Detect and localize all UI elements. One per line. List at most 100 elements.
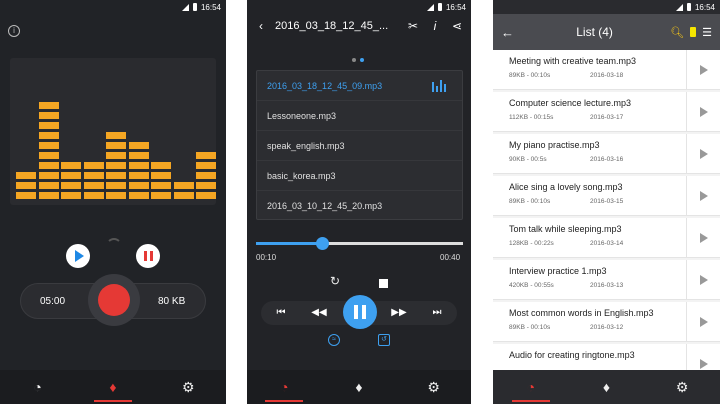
rewind-button[interactable]: ◀◀	[307, 304, 331, 322]
list-item[interactable]: Most common words in English.mp3 89KB - 0…	[493, 302, 720, 342]
pause-button[interactable]	[343, 295, 377, 329]
nav-record[interactable]: ♦	[581, 370, 631, 404]
recording-meta: 112KB - 00:15s	[509, 114, 554, 121]
battery-icon	[686, 3, 691, 11]
record-button[interactable]	[88, 274, 140, 326]
share-icon[interactable]: ⋖	[449, 19, 465, 33]
play-button[interactable]	[66, 244, 90, 268]
file-name: 2016_03_10_12_45_20.mp3	[267, 201, 383, 211]
record-icon	[98, 284, 130, 316]
play-icon	[699, 317, 708, 327]
recording-date: 2016-03-14	[590, 240, 624, 247]
pause-icon	[143, 251, 147, 261]
recording-meta: 89KB - 00:10s	[509, 198, 551, 205]
list-item[interactable]: Lessoneone.mp3	[257, 101, 462, 131]
stop-button[interactable]	[379, 279, 388, 288]
recording-date: 2016-03-13	[590, 282, 624, 289]
total-time: 00:40	[440, 253, 461, 262]
list-item[interactable]: My piano practise.mp3 90KB - 00:5s 2016-03…	[493, 134, 720, 174]
equalizer-bar	[16, 172, 36, 199]
battery-icon	[437, 3, 442, 11]
recording-date: 2016-03-17	[590, 114, 624, 121]
nav-record[interactable]: ♦	[88, 370, 138, 404]
playlist: 2016_03_18_12_45_09.mp3 Lessoneone.mp3 s…	[256, 70, 463, 220]
bottom-nav: ◔ ♦ ⚙	[0, 370, 226, 404]
seek-handle[interactable]	[316, 237, 330, 250]
list-item[interactable]: 2016_03_10_12_45_20.mp3	[257, 191, 462, 221]
file-name: basic_korea.mp3	[267, 170, 336, 181]
marker-icon[interactable]	[690, 27, 697, 37]
player-screen: 16:54 ‹ 2016_03_18_12_45_... ✂ i ⋖ 2016_…	[247, 0, 471, 404]
list-item[interactable]: speak_english.mp3	[257, 131, 462, 161]
speed-icon[interactable]: ≈	[328, 334, 340, 346]
recording-name: Most common words in English.mp3	[509, 308, 654, 318]
play-icon	[699, 233, 708, 243]
recording-name: Meeting with creative team.mp3	[509, 56, 637, 66]
record-size: 80 KB	[158, 296, 186, 307]
list-item[interactable]: Meeting with creative team.mp3 89KB - 00:…	[493, 50, 720, 90]
play-button[interactable]	[686, 302, 720, 342]
nav-speedometer[interactable]: ◔	[259, 370, 309, 404]
recording-date: 2016-03-16	[590, 156, 624, 163]
back-icon[interactable]: ‹	[253, 19, 269, 33]
nav-record[interactable]: ♦	[334, 370, 384, 404]
equalizer-bar	[38, 102, 59, 199]
recording-meta: 89KB - 00:10s	[509, 324, 551, 331]
recording-date: 2016-03-12	[590, 324, 624, 331]
nav-speedometer[interactable]: ◔	[13, 370, 63, 404]
list-item[interactable]: basic_korea.mp3	[257, 161, 462, 191]
recording-date: 2016-03-15	[590, 198, 624, 205]
nav-settings[interactable]: ⚙	[409, 370, 459, 404]
list-toolbar: ← List (4) 🔍︎ ☰	[493, 14, 720, 50]
bottom-nav: ◔ ♦ ⚙	[493, 370, 720, 404]
seek-bar[interactable]	[256, 237, 463, 250]
play-button[interactable]	[686, 260, 720, 300]
play-icon	[699, 359, 708, 369]
gear-icon: ⚙	[675, 378, 689, 395]
equalizer-bar	[83, 162, 104, 199]
bottom-nav: ◔ ♦ ⚙	[247, 370, 471, 404]
play-icon	[699, 107, 708, 117]
loop-ab-icon[interactable]: ↺	[378, 334, 390, 346]
status-bar: 16:54	[493, 0, 720, 14]
search-icon[interactable]: 🔍︎	[670, 26, 684, 39]
list-item[interactable]: Computer science lecture.mp3 112KB - 00:1…	[493, 92, 720, 132]
nav-speedometer[interactable]: ◔	[506, 370, 556, 404]
status-time: 16:54	[200, 2, 221, 12]
current-time: 00:10	[256, 253, 277, 262]
pause-button[interactable]	[136, 244, 160, 268]
skip-previous-button[interactable]: ⏮	[269, 304, 293, 322]
play-button[interactable]	[686, 50, 720, 90]
scissors-icon[interactable]: ✂	[405, 19, 421, 33]
status-bar: 16:54	[0, 0, 226, 14]
recording-name: My piano practise.mp3	[509, 140, 600, 150]
speedometer-icon: ◔	[526, 379, 536, 395]
play-button[interactable]	[686, 218, 720, 258]
menu-icon[interactable]: ☰	[702, 26, 712, 39]
list-item[interactable]: Interview practice 1.mp3 420KB - 00:55s 20…	[493, 260, 720, 300]
play-icon	[75, 250, 84, 262]
play-button[interactable]	[686, 176, 720, 216]
nav-settings[interactable]: ⚙	[657, 370, 707, 404]
recording-meta: 89KB - 00:10s	[509, 72, 551, 79]
list-item[interactable]: Alice sing a lovely song.mp3 89KB - 00:10…	[493, 176, 720, 216]
seek-fill	[256, 242, 323, 245]
play-button[interactable]	[686, 134, 720, 174]
list-item[interactable]: 2016_03_18_12_45_09.mp3	[257, 71, 462, 101]
info-icon[interactable]: i	[8, 25, 20, 37]
equalizer-icon	[432, 80, 446, 92]
repeat-icon[interactable]: ↻	[327, 274, 343, 290]
info-icon[interactable]: i	[427, 19, 443, 33]
microphone-icon: ♦	[109, 379, 117, 395]
nav-settings[interactable]: ⚙	[163, 370, 213, 404]
play-button[interactable]	[686, 92, 720, 132]
speedometer-icon: ◔	[33, 379, 42, 395]
list-title: List (4)	[576, 25, 613, 39]
status-time: 16:54	[445, 2, 466, 12]
skip-next-button[interactable]: ⏭	[425, 304, 449, 322]
list-item[interactable]: Tom talk while sleeping.mp3 128KB - 00:22…	[493, 218, 720, 258]
equalizer-bar	[173, 182, 194, 199]
back-arrow-icon[interactable]: ←	[501, 25, 519, 40]
fast-forward-button[interactable]: ▶▶	[387, 304, 411, 322]
speedometer-icon: ◔	[280, 379, 289, 395]
